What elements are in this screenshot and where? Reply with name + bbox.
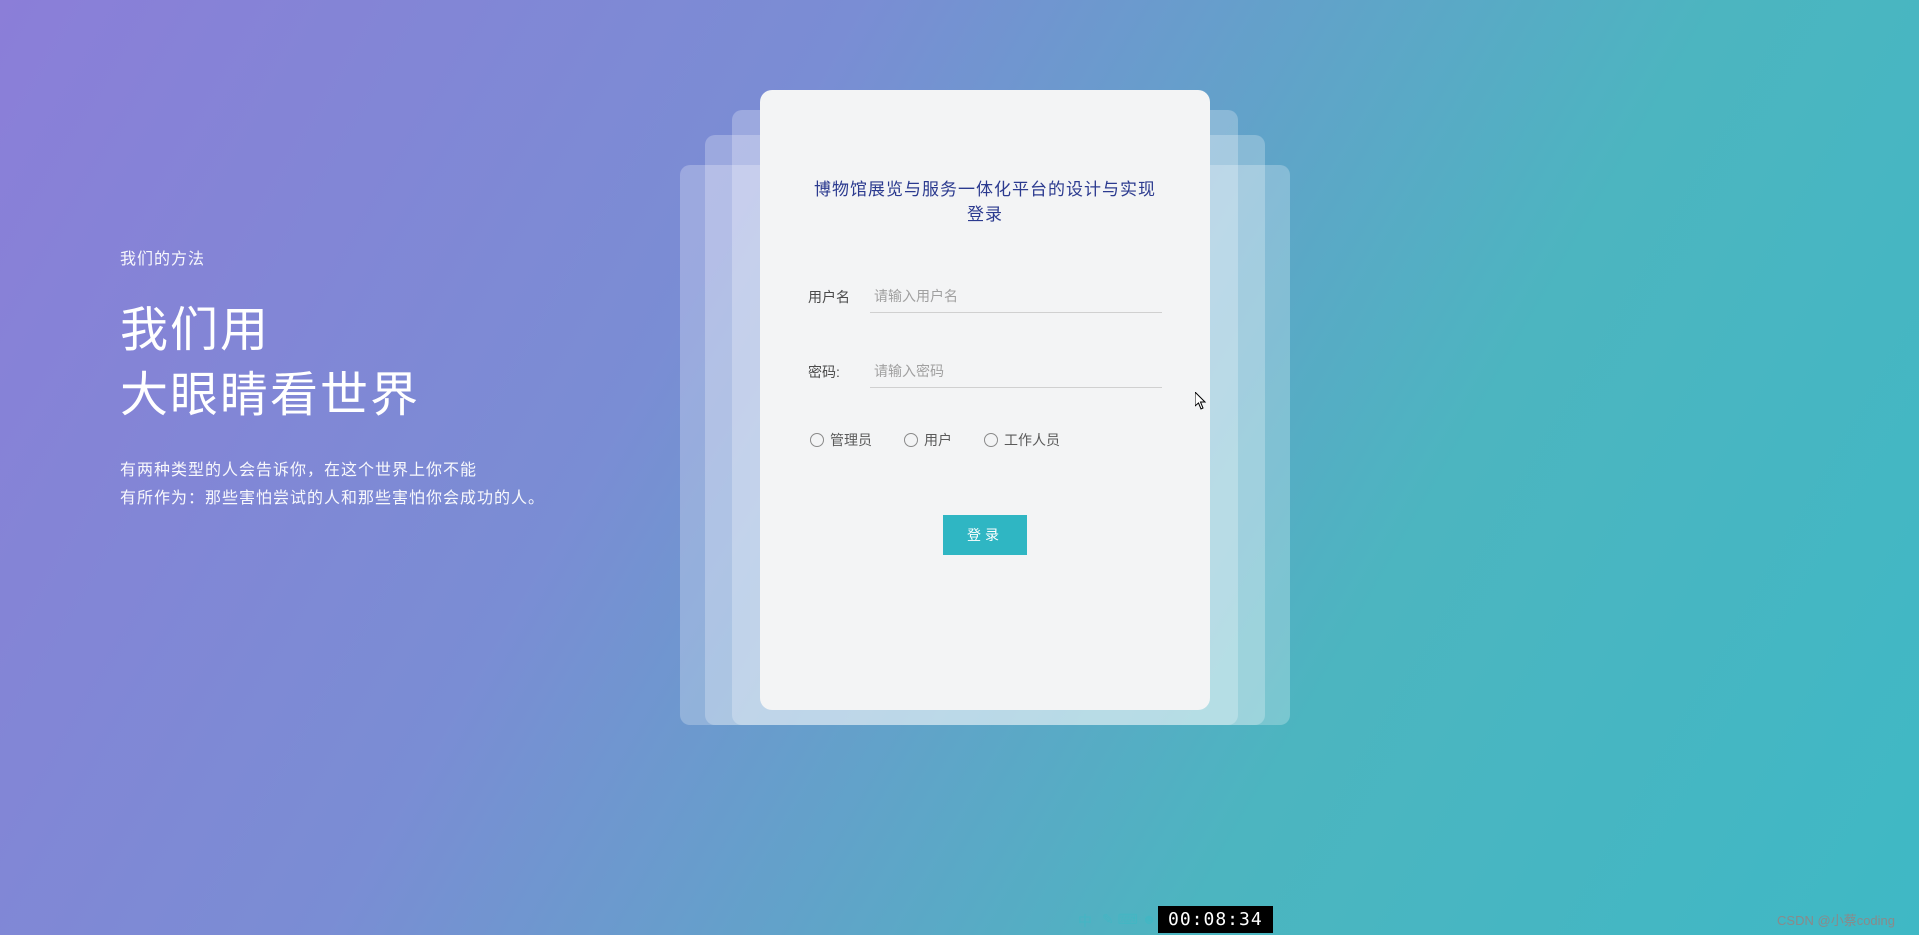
role-radio-group: 管理员 用户 工作人员 (808, 430, 1162, 450)
hero-description: 有两种类型的人会告诉你，在这个世界上你不能 有所作为：那些害怕尝试的人和那些害怕… (120, 457, 545, 515)
login-card: 博物馆展览与服务一体化平台的设计与实现 登录 用户名 密码: 管理员 用户 工作… (760, 90, 1210, 710)
tray-misc-icons: ✎ ⌨ ☻ (1102, 911, 1156, 931)
password-label: 密码: (808, 362, 870, 382)
hero-headline: 我们用 大眼睛看世界 (120, 299, 545, 429)
role-label-admin: 管理员 (830, 430, 872, 450)
username-label: 用户名 (808, 287, 870, 307)
hero-desc-line1: 有两种类型的人会告诉你，在这个世界上你不能 (120, 457, 545, 486)
hero-text-panel: 我们的方法 我们用 大眼睛看世界 有两种类型的人会告诉你，在这个世界上你不能 有… (120, 245, 545, 514)
role-radio-user[interactable]: 用户 (904, 430, 952, 450)
role-label-user: 用户 (924, 430, 952, 450)
recording-timer: 00:08:34 (1158, 906, 1273, 933)
role-radio-staff[interactable]: 工作人员 (984, 430, 1060, 450)
radio-icon (984, 433, 998, 447)
username-input[interactable] (870, 280, 1162, 313)
ime-indicator[interactable]: 中 (1078, 911, 1092, 931)
watermark-text: CSDN @小蔡coding (1777, 910, 1895, 929)
login-card-stack: 博物馆展览与服务一体化平台的设计与实现 登录 用户名 密码: 管理员 用户 工作… (760, 90, 1210, 710)
system-tray: 中 ✎ ⌨ ☻ (1078, 911, 1156, 931)
hero-desc-line2: 有所作为：那些害怕尝试的人和那些害怕你会成功的人。 (120, 485, 545, 514)
radio-icon (904, 433, 918, 447)
hero-headline-line2: 大眼睛看世界 (120, 364, 545, 429)
password-row: 密码: (808, 355, 1162, 388)
username-row: 用户名 (808, 280, 1162, 313)
password-input[interactable] (870, 355, 1162, 388)
role-label-staff: 工作人员 (1004, 430, 1060, 450)
login-button[interactable]: 登录 (943, 515, 1027, 555)
hero-subtitle: 我们的方法 (120, 245, 545, 269)
role-radio-admin[interactable]: 管理员 (810, 430, 872, 450)
radio-icon (810, 433, 824, 447)
hero-headline-line1: 我们用 (120, 299, 545, 364)
login-title: 博物馆展览与服务一体化平台的设计与实现 登录 (808, 175, 1162, 225)
